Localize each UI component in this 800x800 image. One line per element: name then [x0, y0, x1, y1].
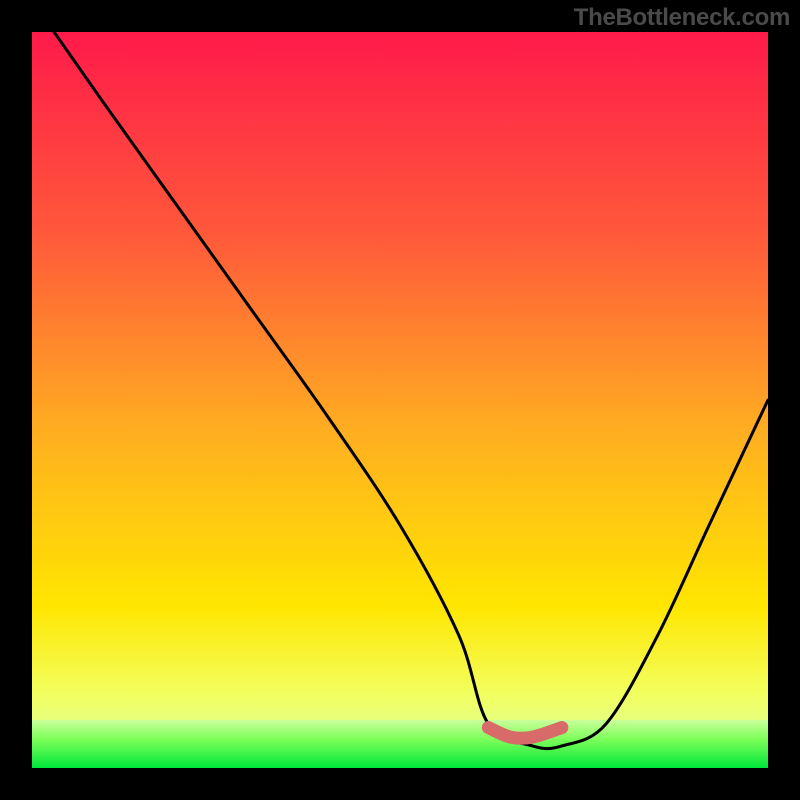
green-band — [32, 720, 768, 768]
plot-background — [32, 32, 768, 768]
chart-frame: TheBottleneck.com — [0, 0, 800, 800]
bottleneck-chart-svg — [0, 0, 800, 800]
watermark-text: TheBottleneck.com — [574, 4, 790, 32]
